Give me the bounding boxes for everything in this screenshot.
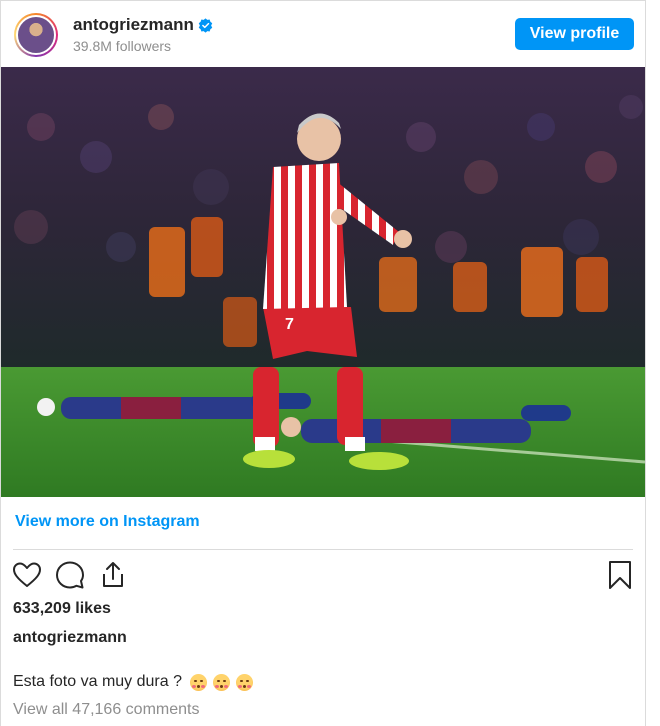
caption-username[interactable]: antogriezmann xyxy=(13,629,127,647)
kissing-face-emoji-icon xyxy=(235,673,253,691)
view-profile-button[interactable]: View profile xyxy=(515,18,634,50)
avatar-image xyxy=(16,15,56,55)
caption-emojis xyxy=(189,673,253,691)
jersey-number: 7 xyxy=(285,316,294,333)
caption-text: Esta foto va muy dura ? xyxy=(13,673,182,690)
username-link[interactable]: antogriezmann xyxy=(73,15,213,35)
post-image: 7 xyxy=(1,67,645,497)
kissing-face-emoji-icon xyxy=(189,673,207,691)
instagram-embed-card: antogriezmann 39.8M followers View profi… xyxy=(0,0,646,726)
share-icon[interactable] xyxy=(97,559,129,591)
follower-count: 39.8M followers xyxy=(73,38,172,54)
verified-badge-icon xyxy=(198,17,213,33)
bookmark-icon[interactable] xyxy=(604,559,636,591)
action-bar xyxy=(1,557,645,593)
divider xyxy=(13,549,633,550)
post-photo[interactable]: 7 xyxy=(1,67,645,497)
kissing-face-emoji-icon xyxy=(212,673,230,691)
like-count[interactable]: 633,209 likes xyxy=(13,600,111,618)
avatar[interactable] xyxy=(14,13,58,57)
caption: Esta foto va muy dura ? xyxy=(13,673,253,691)
view-more-link[interactable]: View more on Instagram xyxy=(15,513,200,531)
view-comments-link[interactable]: View all 47,166 comments xyxy=(13,701,199,719)
post-header: antogriezmann 39.8M followers View profi… xyxy=(1,1,645,67)
comment-icon[interactable] xyxy=(54,559,86,591)
heart-icon[interactable] xyxy=(11,559,43,591)
username-text[interactable]: antogriezmann xyxy=(73,15,194,35)
